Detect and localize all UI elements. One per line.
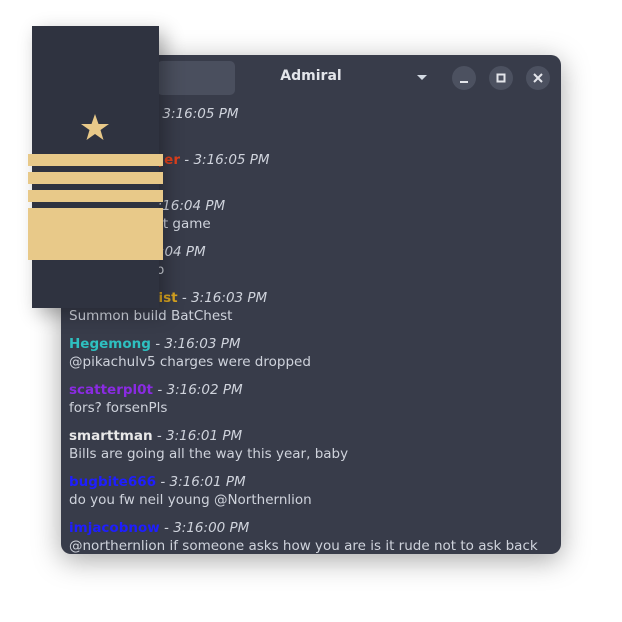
maximize-button[interactable] <box>489 66 513 90</box>
message-timestamp: 3:16:01 PM <box>166 428 243 444</box>
message-text: Summon build BatChest <box>69 308 233 324</box>
close-icon <box>533 73 543 83</box>
message-header: Hegemong - 3:16:03 PM <box>69 335 557 353</box>
stripe-1 <box>28 154 163 166</box>
message-timestamp: 3:16:03 PM <box>191 290 268 306</box>
message-timestamp: 3:16:03 PM <box>164 336 241 352</box>
search-input[interactable] <box>157 61 235 95</box>
message-separator: - <box>157 382 163 398</box>
minimize-button[interactable] <box>452 66 476 90</box>
message-username[interactable]: imjacobnow <box>69 520 160 536</box>
stripe-3 <box>28 190 163 202</box>
stripe-wide <box>28 208 163 260</box>
message-timestamp: 3:16:00 PM <box>173 520 250 536</box>
star-icon <box>81 114 109 140</box>
message-username[interactable]: bugbite666 <box>69 474 156 490</box>
message-text: @northernlion if someone asks how you ar… <box>69 538 538 554</box>
message-separator: - <box>181 290 187 306</box>
chat-message: Hegemong - 3:16:03 PM @pikachulv5 charges… <box>69 335 557 381</box>
chat-message: smarttman - 3:16:01 PM Bills are going al… <box>69 427 557 473</box>
message-timestamp: 3:16:05 PM <box>162 106 239 122</box>
message-separator: - <box>156 428 162 444</box>
message-separator: - <box>184 152 190 168</box>
message-timestamp: 3:16:02 PM <box>166 382 243 398</box>
message-header: bugbite666 - 3:16:01 PM <box>69 473 557 491</box>
stripe-2 <box>28 172 163 184</box>
message-separator: - <box>164 520 169 536</box>
message-username[interactable]: scatterpl0t <box>69 382 153 398</box>
message-header: smarttman - 3:16:01 PM <box>69 427 557 445</box>
chat-message: scatterpl0t - 3:16:02 PM fors? forsenPls <box>69 381 557 427</box>
message-text: Bills are going all the way this year, b… <box>69 446 349 462</box>
message-text: fors? forsenPls <box>69 400 168 416</box>
admiral-rank-insignia-icon <box>28 26 163 308</box>
minimize-icon <box>460 81 468 83</box>
message-header: imjacobnow - 3:16:00 PM <box>69 519 557 537</box>
message-text: do you fw neil young @Northernlion <box>69 492 312 508</box>
close-button[interactable] <box>526 66 550 90</box>
message-separator: - <box>155 336 161 352</box>
message-separator: - <box>160 474 166 490</box>
window-title: Admiral <box>280 68 342 84</box>
message-text: @pikachulv5 charges were dropped <box>69 354 311 370</box>
chat-message: bugbite666 - 3:16:01 PM do you fw neil yo… <box>69 473 557 519</box>
message-timestamp: 3:16:05 PM <box>193 152 270 168</box>
rank-insignia <box>28 114 163 260</box>
chat-message: imjacobnow - 3:16:00 PM @northernlion if … <box>69 519 557 554</box>
message-header: scatterpl0t - 3:16:02 PM <box>69 381 557 399</box>
message-username[interactable]: Hegemong <box>69 336 151 352</box>
maximize-icon <box>496 73 506 83</box>
message-timestamp: 3:16:01 PM <box>169 474 246 490</box>
menu-dropdown-icon[interactable] <box>417 75 427 80</box>
message-username[interactable]: smarttman <box>69 428 153 444</box>
